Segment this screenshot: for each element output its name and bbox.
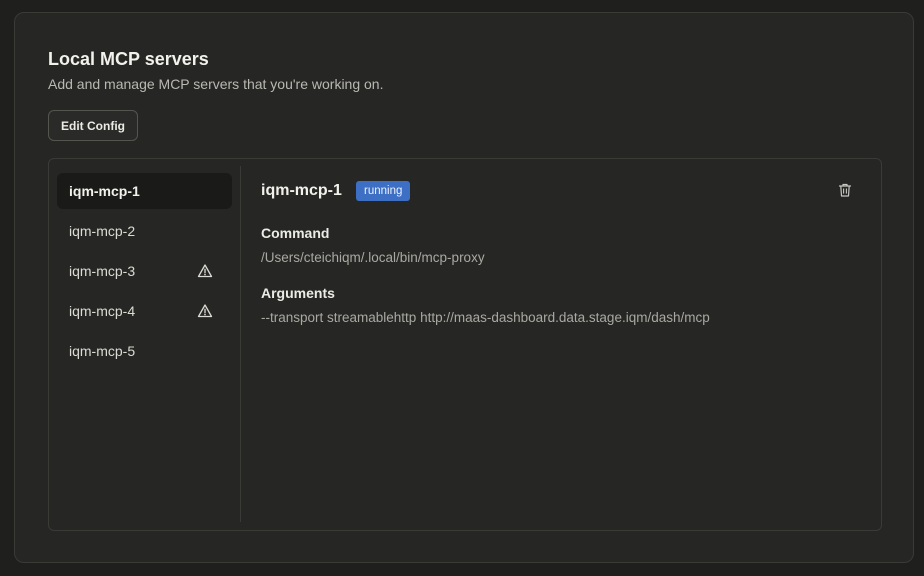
- command-value: /Users/cteichiqm/.local/bin/mcp-proxy: [261, 250, 485, 265]
- page-subtitle: Add and manage MCP servers that you're w…: [48, 76, 384, 92]
- sidebar-item-iqm-mcp-4[interactable]: iqm-mcp-4: [57, 293, 232, 329]
- servers-panel: iqm-mcp-1 iqm-mcp-2 iqm-mcp-3 iqm-mcp-4: [48, 158, 882, 531]
- sidebar-item-iqm-mcp-1[interactable]: iqm-mcp-1: [57, 173, 232, 209]
- edit-config-button[interactable]: Edit Config: [48, 110, 138, 141]
- arguments-label: Arguments: [261, 285, 335, 301]
- sidebar-item-iqm-mcp-5[interactable]: iqm-mcp-5: [57, 333, 232, 369]
- trash-icon[interactable]: [837, 182, 853, 198]
- sidebar-item-iqm-mcp-2[interactable]: iqm-mcp-2: [57, 213, 232, 249]
- page-title: Local MCP servers: [48, 49, 209, 69]
- command-label: Command: [261, 225, 330, 241]
- sidebar-item-iqm-mcp-3[interactable]: iqm-mcp-3: [57, 253, 232, 289]
- sidebar-item-label: iqm-mcp-1: [69, 183, 140, 199]
- sidebar-item-label: iqm-mcp-3: [69, 263, 136, 279]
- warning-triangle-icon: [197, 303, 213, 319]
- warning-triangle-icon: [197, 263, 213, 279]
- server-detail: iqm-mcp-1 running Command /Users/cteichi…: [261, 159, 881, 530]
- status-badge: running: [356, 181, 411, 201]
- sidebar-item-label: iqm-mcp-5: [69, 343, 136, 359]
- server-name: iqm-mcp-1: [261, 182, 342, 199]
- server-list: iqm-mcp-1 iqm-mcp-2 iqm-mcp-3 iqm-mcp-4: [49, 166, 241, 522]
- sidebar-item-label: iqm-mcp-2: [69, 223, 136, 239]
- local-mcp-servers-card: Local MCP servers Add and manage MCP ser…: [14, 12, 914, 563]
- arguments-value: --transport streamablehttp http://maas-d…: [261, 310, 710, 325]
- sidebar-item-label: iqm-mcp-4: [69, 303, 136, 319]
